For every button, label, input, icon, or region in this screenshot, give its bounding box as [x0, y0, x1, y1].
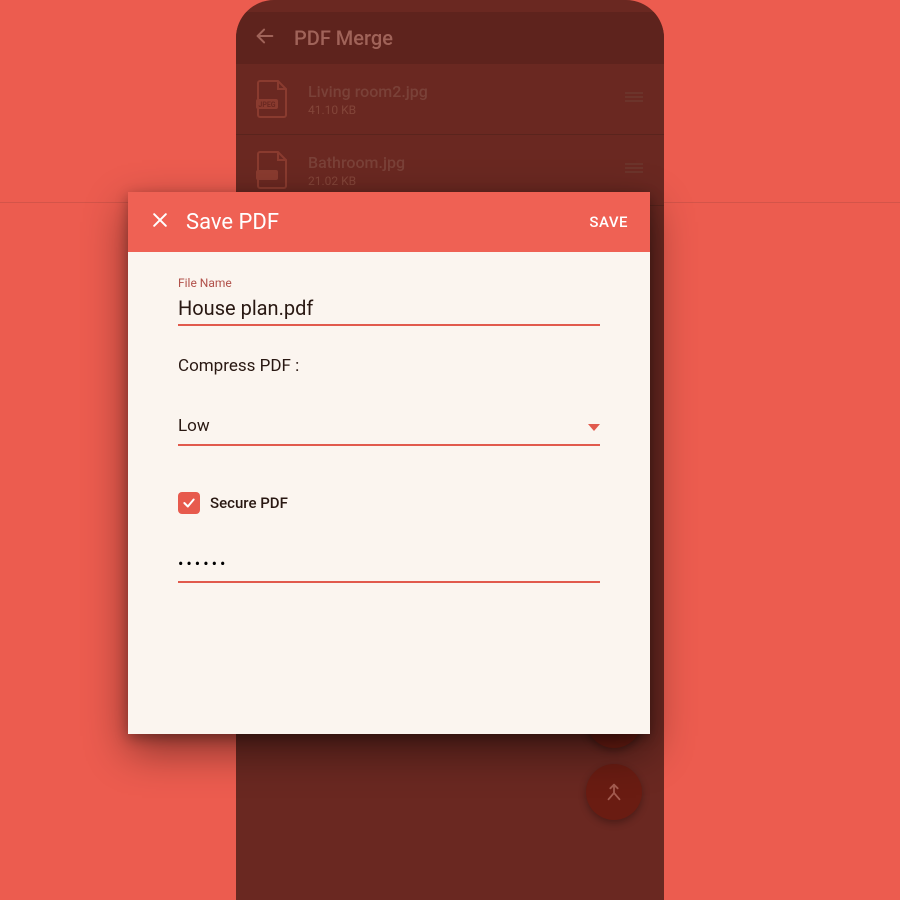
filename-input[interactable] [178, 296, 600, 320]
chevron-down-icon [588, 417, 600, 436]
compress-label: Compress PDF : [178, 356, 600, 376]
save-button[interactable]: SAVE [589, 213, 628, 231]
dialog-title: Save PDF [186, 210, 589, 235]
secure-pdf-label: Secure PDF [210, 494, 288, 512]
password-input[interactable] [178, 554, 600, 573]
dialog-header: Save PDF SAVE [128, 192, 650, 252]
compress-select[interactable]: Low [178, 414, 600, 446]
compress-value: Low [178, 416, 588, 436]
secure-pdf-checkbox[interactable] [178, 492, 200, 514]
close-icon[interactable] [150, 210, 170, 234]
filename-label: File Name [178, 276, 600, 290]
filename-field: File Name [178, 276, 600, 326]
secure-pdf-row[interactable]: Secure PDF [178, 492, 600, 514]
save-pdf-dialog: Save PDF SAVE File Name Compress PDF : L… [128, 192, 650, 734]
